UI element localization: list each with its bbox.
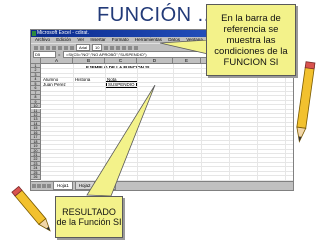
excel-app-icon: [32, 31, 36, 36]
bold-icon[interactable]: [104, 45, 109, 50]
grid-row-line: [41, 144, 293, 146]
menu-item-archivo[interactable]: Archivo: [35, 37, 50, 42]
grid-row-line: [41, 95, 293, 97]
menu-item-edicion[interactable]: Edición: [56, 37, 71, 42]
grid-row-line: [41, 139, 293, 141]
formula-equals-icon: =: [58, 52, 61, 57]
new-file-icon[interactable]: [34, 45, 38, 50]
formula-callout: En la barra de referencia se muestra las…: [206, 4, 296, 76]
pencil-right-icon: [296, 61, 316, 143]
font-size-select[interactable]: 10: [92, 44, 103, 51]
grid-row-line: [41, 112, 293, 114]
result-callout: RESULTADO de la Función SI: [55, 196, 123, 238]
window-title: Microsoft Excel - cdirat.: [37, 30, 89, 36]
grid-row-line: [41, 121, 293, 123]
result-pointer: [86, 85, 156, 197]
result-callout-text: RESULTADO de la Función SI: [56, 207, 122, 227]
grid-row-line: [41, 81, 293, 83]
grid-row-line: [41, 161, 293, 163]
grid-row-line: [41, 90, 293, 92]
name-box[interactable]: D5: [33, 51, 56, 58]
align-left-icon[interactable]: [122, 45, 127, 50]
italic-icon[interactable]: [110, 45, 115, 50]
grid-row-line: [41, 108, 293, 110]
grid-row-line: [41, 157, 293, 159]
paste-icon[interactable]: [70, 45, 74, 50]
grid-row-line: [41, 175, 293, 177]
grid-row-line: [41, 135, 293, 137]
print-icon[interactable]: [52, 45, 56, 50]
menu-item-insertar[interactable]: Insertar: [90, 37, 105, 42]
pencil-left-icon: [11, 186, 51, 232]
formula-callout-text: En la barra de referencia se muestra las…: [214, 12, 288, 68]
grid-row-line: [41, 166, 293, 168]
grid-row-line: [41, 104, 293, 106]
grid-row-line: [41, 86, 293, 88]
cut-icon[interactable]: [58, 45, 62, 50]
open-file-icon[interactable]: [40, 45, 44, 50]
grid-row-line: [41, 148, 293, 150]
grid-row-line: [41, 130, 293, 132]
column-header-b[interactable]: B: [73, 58, 105, 64]
menu-item-ver[interactable]: Ver: [77, 37, 84, 42]
underline-icon[interactable]: [116, 45, 121, 50]
grid-row-line: [41, 170, 293, 172]
grid-row-line: [41, 126, 293, 128]
copy-icon[interactable]: [64, 45, 68, 50]
grid-row-line: [41, 153, 293, 154]
column-header-c[interactable]: C: [105, 58, 137, 64]
font-select[interactable]: Arial: [76, 44, 91, 51]
column-header-a[interactable]: A: [41, 58, 73, 64]
row-header-26[interactable]: 26: [31, 175, 41, 180]
grid-row-line: [41, 117, 293, 119]
save-icon[interactable]: [46, 45, 50, 50]
align-right-icon[interactable]: [134, 45, 139, 50]
grid-row-line: [41, 77, 293, 79]
grid-row-line: [41, 99, 293, 101]
menu-item-formato[interactable]: Formato: [112, 37, 129, 42]
align-center-icon[interactable]: [128, 45, 133, 50]
menu-item-herramientas[interactable]: Herramientas: [135, 37, 162, 42]
